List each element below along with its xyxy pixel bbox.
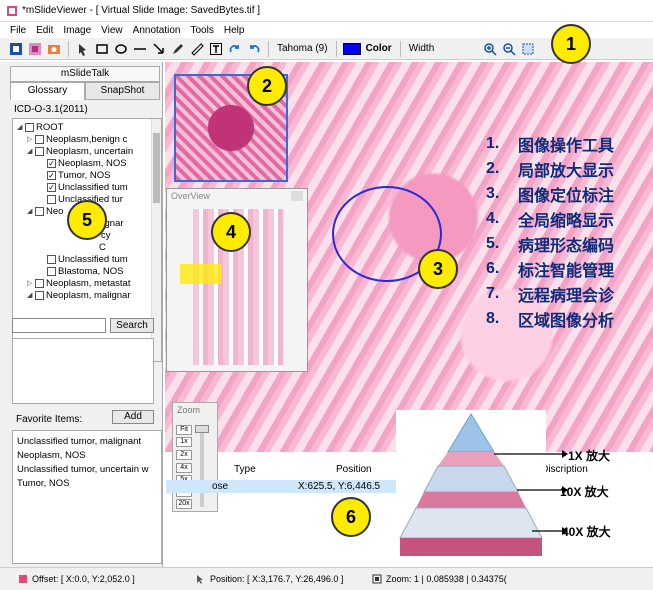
zoom-text: Zoom: 1 | 0.085938 | 0.34375( (386, 574, 507, 584)
zoom-status-icon (372, 574, 382, 584)
badge-3: 3 (418, 249, 458, 289)
status-zoom: Zoom: 1 | 0.085938 | 0.34375( (372, 574, 507, 584)
status-offset: Offset: [ X:0.0, Y:2,052.0 ] (18, 574, 135, 584)
offset-icon (19, 575, 27, 583)
badge-4: 4 (211, 212, 251, 252)
status-bar: Offset: [ X:0.0, Y:2,052.0 ] Position: [… (0, 567, 653, 590)
pyramid-label-40x: 40X 放大 (562, 525, 611, 539)
pyramid-leader-lines (494, 450, 568, 535)
badge-6: 6 (331, 497, 371, 537)
cursor-icon (197, 575, 203, 584)
pyramid-label-10x: 10X 放大 (560, 485, 609, 499)
badge-2: 2 (247, 66, 287, 106)
offset-text: Offset: [ X:0.0, Y:2,052.0 ] (32, 574, 135, 584)
badge-1: 1 (551, 24, 591, 64)
pyramid-label-1x: 1X 放大 (568, 449, 611, 463)
badge-5: 5 (67, 200, 107, 240)
position-text: Position: [ X:3,176.7, Y:26,496.0 ] (210, 574, 344, 584)
status-position: Position: [ X:3,176.7, Y:26,496.0 ] (196, 574, 343, 584)
